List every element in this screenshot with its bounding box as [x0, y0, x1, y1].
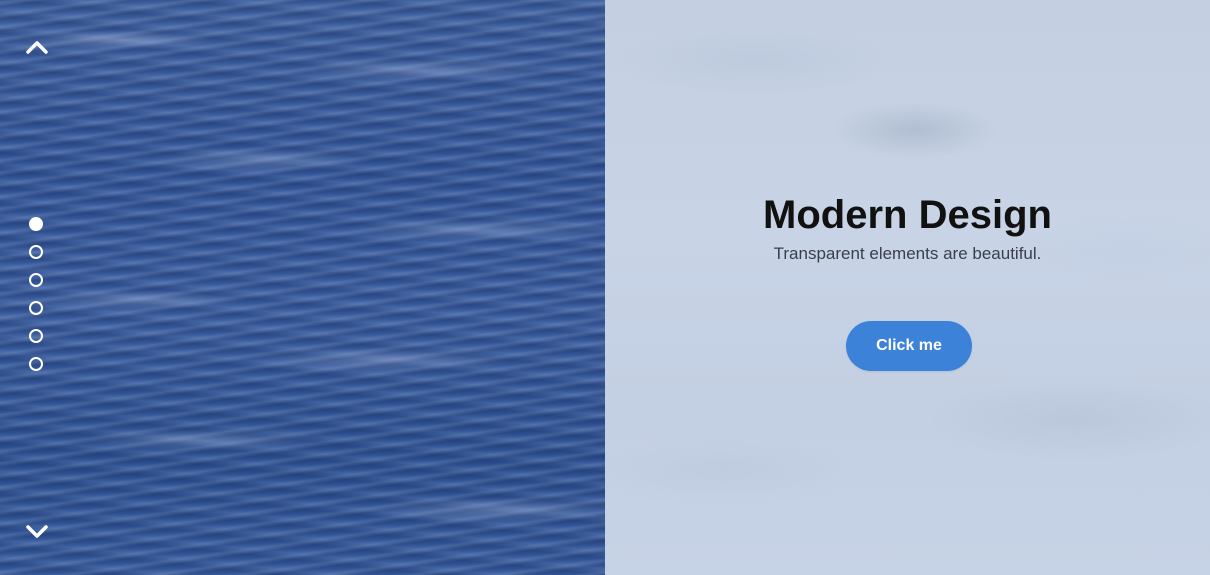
section-dot[interactable] — [29, 245, 43, 259]
click-me-button[interactable]: Click me — [846, 321, 972, 371]
chevron-up-icon — [26, 41, 48, 54]
section-dot[interactable] — [29, 329, 43, 343]
section-dot[interactable] — [29, 357, 43, 371]
section-dots — [29, 217, 43, 371]
section-dot[interactable] — [29, 273, 43, 287]
next-section-button[interactable] — [26, 525, 48, 539]
blurred-content-panel: Modern Design Transparent elements are b… — [605, 0, 1210, 575]
hero: Modern Design Transparent elements are b… — [605, 0, 1210, 575]
page: Modern Design Transparent elements are b… — [0, 0, 1210, 575]
section-dot[interactable] — [29, 301, 43, 315]
hero-subtitle: Transparent elements are beautiful. — [773, 244, 1042, 263]
section-dot-active[interactable] — [29, 217, 43, 231]
chevron-down-icon — [26, 525, 48, 538]
ocean-image-panel — [0, 0, 605, 575]
previous-section-button[interactable] — [26, 40, 48, 54]
hero-title: Modern Design — [763, 193, 1052, 237]
